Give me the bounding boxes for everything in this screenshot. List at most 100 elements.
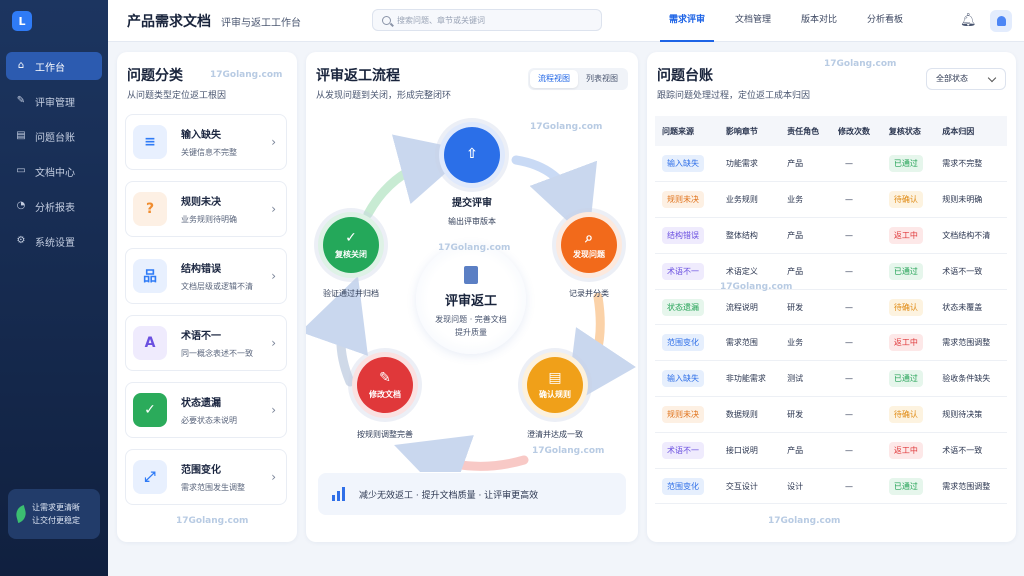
top-bar: 产品需求文档 评审与返工工作台 需求评审 文档管理 版本对比 分析看板 🔔︎ — [108, 0, 1024, 42]
flow-node[interactable]: ⇧ — [439, 122, 505, 188]
top-tabs: 需求评审 文档管理 版本对比 分析看板 — [660, 0, 924, 42]
count-cell: — — [830, 217, 882, 254]
flow-node-caption: 记录并分类 — [569, 289, 609, 298]
document-icon: ▭ — [16, 165, 26, 176]
table-header-cell[interactable]: 复核状态 — [881, 116, 936, 146]
cause-cell: 验收条件缺失 — [935, 360, 1007, 398]
category-desc: 必要状态未说明 — [181, 416, 237, 425]
source-tag: 范围变化 — [662, 477, 704, 495]
category-name: 规则未决 — [181, 197, 221, 208]
flow-node-caption: 验证通过并归档 — [323, 289, 379, 298]
category-desc: 同一概念表述不一致 — [181, 349, 253, 358]
status-badge: 已通过 — [888, 477, 923, 495]
table-row[interactable]: 结构错误 整体结构 产品 — 返工中 文档结构不清 — [655, 217, 1007, 254]
app-logo[interactable]: L — [12, 11, 32, 31]
sidebar-item-1[interactable]: ✎ 评审管理 — [6, 87, 102, 115]
search-icon: ⌕ — [585, 230, 593, 246]
document-icon — [464, 266, 478, 284]
cause-cell: 规则未明确 — [935, 181, 1007, 219]
flow-node-name: 提交评审 — [452, 198, 492, 209]
sidebar-item-5[interactable]: ⚙ 系统设置 — [6, 227, 102, 255]
center-subtitle-2: 提升质量 — [455, 328, 487, 337]
promo-line-2: 让交付更稳定 — [32, 516, 80, 525]
panel-subtitle: 从发现问题到关闭，形成完整闭环 — [316, 91, 452, 101]
category-desc: 文档层级或逻辑不清 — [181, 282, 253, 291]
avatar[interactable] — [990, 10, 1012, 32]
status-filter-dropdown[interactable]: 全部状态 — [926, 68, 1006, 90]
home-icon: ⌂ — [17, 60, 25, 71]
table-header-cell[interactable]: 影响章节 — [718, 116, 781, 146]
flow-node-name: 复核关闭 — [335, 250, 367, 259]
flow-node-caption: 按规则调整完善 — [357, 430, 413, 439]
table-row[interactable]: 范围变化 交互设计 设计 — 已通过 需求范围调整 — [655, 468, 1007, 505]
flow-view-button[interactable]: 流程视图 — [530, 70, 578, 88]
tab-requirement-review[interactable]: 需求评审 — [660, 0, 715, 42]
table-header-cell[interactable]: 修改次数 — [830, 116, 882, 146]
table-row[interactable]: 输入缺失 功能需求 产品 — 已通过 需求不完整 — [655, 146, 1007, 183]
tab-version-compare[interactable]: 版本对比 — [792, 0, 846, 42]
category-card[interactable]: 品 结构错误 文档层级或逻辑不清 › — [125, 248, 287, 304]
category-name: 术语不一 — [181, 331, 221, 342]
search-box[interactable] — [372, 9, 602, 31]
role-cell: 产品 — [780, 432, 831, 469]
rework-flow-panel: 评审返工流程 从发现问题到关闭，形成完整闭环 流程视图 列表视图 提交评审 ⇧ 输出… — [306, 52, 638, 542]
category-card[interactable]: ⤢ 范围变化 需求范围发生调整 › — [125, 449, 287, 505]
hierarchy-icon: 品 — [133, 259, 167, 293]
count-cell: — — [830, 432, 882, 469]
cause-cell: 需求范围调整 — [935, 324, 1007, 362]
flow-node-name: 修改文档 — [369, 390, 401, 399]
status-badge: 已通过 — [888, 155, 923, 173]
letter-a-icon: A — [133, 326, 167, 360]
category-card[interactable]: ✓ 状态遗漏 必要状态未说明 › — [125, 382, 287, 438]
sidebar-item-4[interactable]: ◔ 分析报表 — [6, 192, 102, 220]
cause-cell: 需求范围调整 — [935, 468, 1007, 505]
sidebar-item-3[interactable]: ▭ 文档中心 — [6, 157, 102, 185]
category-card[interactable]: ? 规则未决 业务规则待明确 › — [125, 181, 287, 237]
tab-analytics-board[interactable]: 分析看板 — [858, 0, 912, 42]
table-row[interactable]: 术语不一 术语定义 产品 — 已通过 术语不一致 — [655, 253, 1007, 290]
sidebar-item-2[interactable]: ▤ 问题台账 — [6, 122, 102, 150]
chapter-cell: 流程说明 — [718, 289, 781, 326]
category-card[interactable]: ≡ 输入缺失 关键信息不完整 › — [125, 114, 287, 170]
status-badge: 已通过 — [888, 262, 923, 280]
flow-node[interactable]: ✓ 复核关闭 — [318, 212, 384, 278]
cause-cell: 状态未覆盖 — [935, 289, 1007, 326]
table-row[interactable]: 状态遗漏 流程说明 研发 — 待确认 状态未覆盖 — [655, 289, 1007, 326]
flow-node-caption: 输出评审版本 — [448, 217, 496, 226]
list-view-button[interactable]: 列表视图 — [578, 70, 626, 88]
chapter-cell: 功能需求 — [718, 146, 781, 183]
role-cell: 业务 — [780, 324, 831, 362]
bell-icon[interactable]: 🔔︎ — [960, 13, 977, 28]
category-name: 状态遗漏 — [181, 398, 221, 409]
source-tag: 范围变化 — [662, 334, 704, 352]
table-row[interactable]: 规则未决 业务规则 业务 — 待确认 规则未明确 — [655, 181, 1007, 219]
leaf-icon — [14, 504, 28, 524]
table-header-cell[interactable]: 责任角色 — [780, 116, 831, 146]
panel-title: 评审返工流程 — [316, 68, 400, 84]
center-title: 评审返工 — [444, 294, 497, 309]
count-cell: — — [830, 146, 882, 183]
table-row[interactable]: 术语不一 接口说明 产品 — 返工中 术语不一致 — [655, 432, 1007, 469]
flow-node[interactable]: ▤ 确认规则 — [522, 352, 588, 418]
search-input[interactable] — [397, 15, 587, 25]
category-name: 输入缺失 — [181, 130, 221, 141]
category-desc: 需求范围发生调整 — [181, 483, 245, 492]
sidebar-item-0[interactable]: ⌂ 工作台 — [6, 52, 102, 80]
table-row[interactable]: 规则未决 数据规则 研发 — 待确认 规则待决策 — [655, 396, 1007, 433]
source-tag: 规则未决 — [662, 191, 704, 209]
issue-category-panel: 问题分类 从问题类型定位返工根因 ≡ 输入缺失 关键信息不完整 ›? 规则未决 … — [117, 52, 297, 542]
benefit-text: 减少无效返工 · 提升文档质量 · 让评审更高效 — [359, 490, 539, 501]
flow-node[interactable]: ⌕ 发现问题 — [556, 212, 622, 278]
source-tag: 术语不一 — [662, 441, 704, 459]
category-card[interactable]: A 术语不一 同一概念表述不一致 › — [125, 315, 287, 371]
table-header-cell[interactable]: 问题来源 — [655, 116, 719, 146]
edit-doc-icon: ✎ — [16, 95, 26, 106]
table-header-cell[interactable]: 成本归因 — [935, 116, 1007, 146]
table-row[interactable]: 范围变化 需求范围 业务 — 返工中 需求范围调整 — [655, 324, 1007, 362]
table-row[interactable]: 输入缺失 非功能需求 测试 — 已通过 验收条件缺失 — [655, 360, 1007, 398]
tab-document-management[interactable]: 文档管理 — [726, 0, 780, 42]
count-cell: — — [830, 468, 882, 505]
flow-center: 评审返工 发现问题 · 完善文档 提升质量 — [416, 244, 526, 354]
sidebar-item-label: 问题台账 — [35, 132, 75, 144]
flow-node[interactable]: ✎ 修改文档 — [352, 352, 418, 418]
